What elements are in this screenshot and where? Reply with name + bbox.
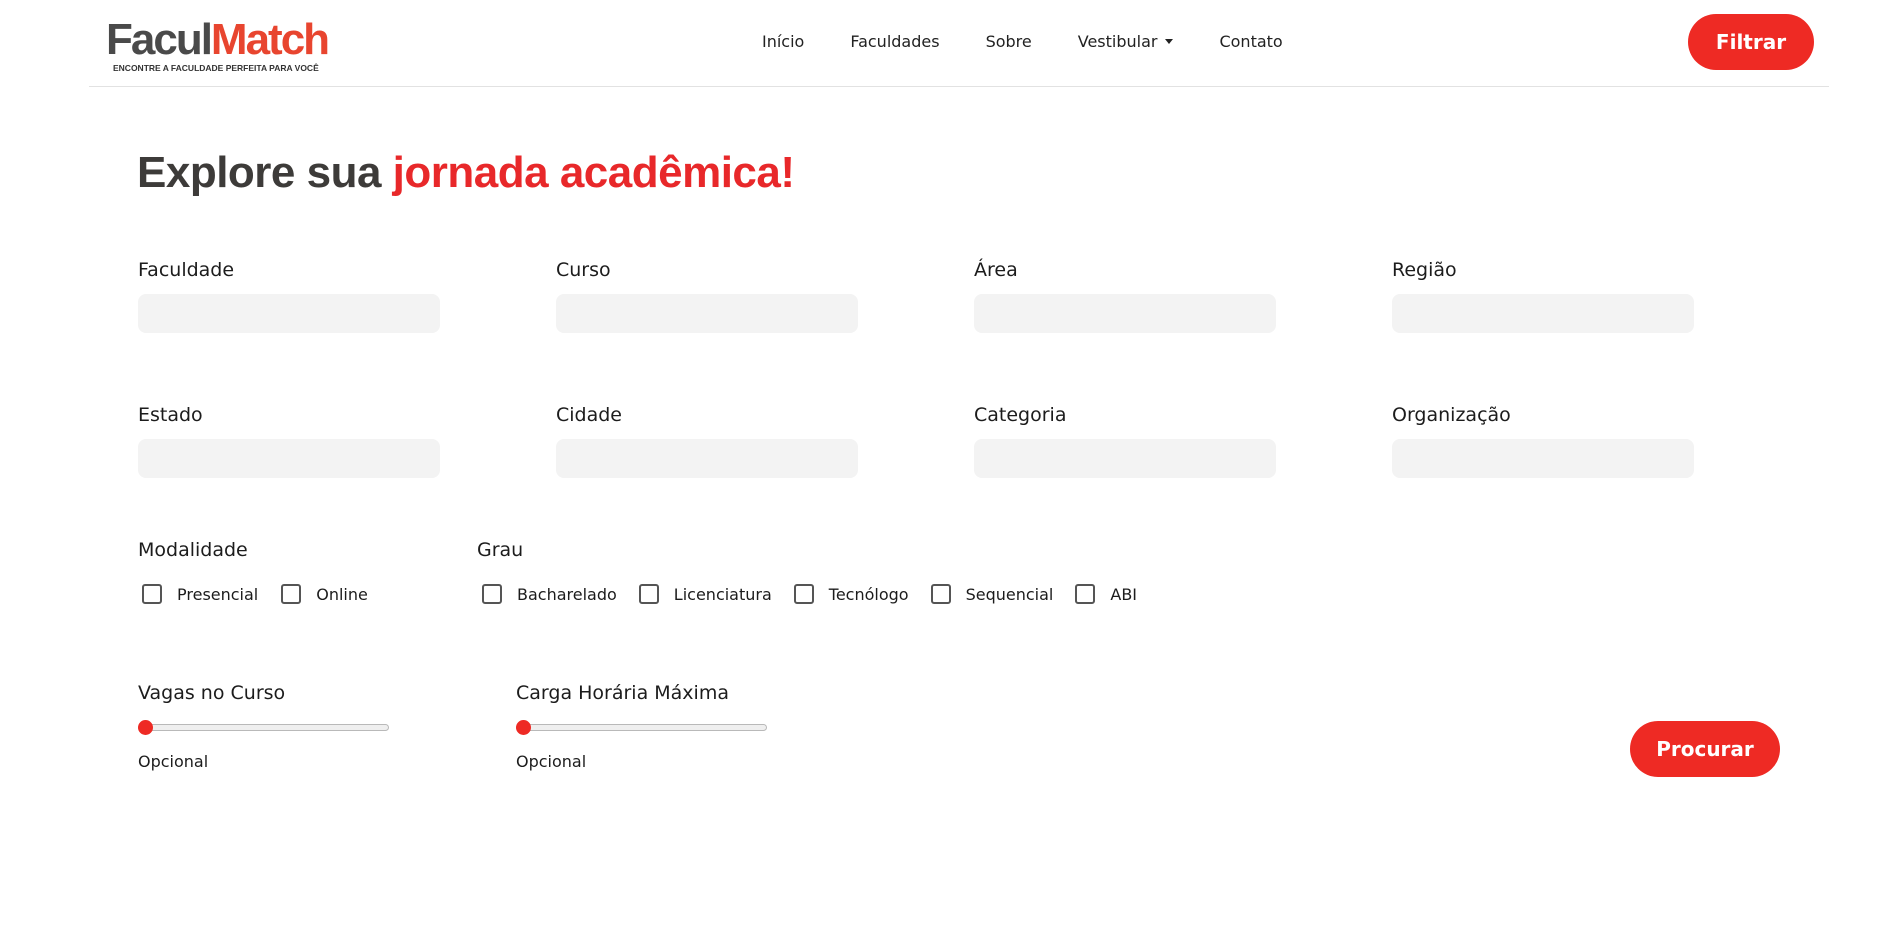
modalidade-label: Modalidade [138,539,248,561]
carga-slider-thumb[interactable] [516,720,531,735]
faculdade-field: Faculdade [138,257,440,333]
page-title-part1: Explore sua [137,148,381,197]
filter-button[interactable]: Filtrar [1688,14,1814,70]
area-label: Área [974,259,1018,281]
logo-tagline: ENCONTRE A FACULDADE PERFEITA PARA VOCÊ [113,63,319,73]
faculdade-input[interactable] [138,294,440,333]
sequencial-checkbox[interactable]: Sequencial [930,584,1054,604]
grau-options: Bacharelado Licenciatura Tecnólogo Seque… [482,582,1137,606]
bacharelado-checkbox[interactable]: Bacharelado [482,584,617,604]
abi-label: ABI [1110,584,1138,604]
curso-input[interactable] [556,294,858,333]
cidade-label: Cidade [556,404,622,426]
curso-field: Curso [556,257,858,333]
cidade-input[interactable] [556,439,858,478]
top-navbar: FaculMatch ENCONTRE A FACULDADE PERFEITA… [89,0,1829,87]
carga-slider-track [516,724,767,731]
vagas-slider[interactable] [138,720,389,735]
nav-dropdown-vestibular[interactable]: Vestibular [1078,31,1174,55]
logo-word-facul: Facul [106,15,213,64]
modalidade-options: Presencial Online [142,582,368,606]
online-checkbox[interactable]: Online [281,584,368,604]
main-nav: Início Faculdades Sobre Vestibular Conta… [762,31,1329,55]
tecnologo-checkbox[interactable]: Tecnólogo [793,584,909,604]
facumatch-logo[interactable]: FaculMatch ENCONTRE A FACULDADE PERFEITA… [106,18,336,74]
carga-label: Carga Horária Máxima [516,682,729,704]
nav-link-sobre[interactable]: Sobre [986,31,1032,55]
page-title: Explore sua jornada acadêmica! [137,148,795,198]
estado-input[interactable] [138,439,440,478]
estado-field: Estado [138,402,440,478]
online-label: Online [316,584,368,604]
vagas-hint: Opcional [138,752,209,771]
curso-label: Curso [556,259,611,281]
checkbox-box-icon [1075,584,1096,604]
caret-down-icon [1165,39,1174,44]
organizacao-field: Organização [1392,402,1694,478]
bacharelado-label: Bacharelado [517,584,617,604]
organizacao-label: Organização [1392,404,1511,426]
presencial-label: Presencial [177,584,259,604]
nav-link-vestibular-label: Vestibular [1077,32,1158,51]
nav-link-faculdades[interactable]: Faculdades [850,31,939,55]
vagas-slider-track [138,724,389,731]
search-button[interactable]: Procurar [1630,721,1780,777]
carga-hint: Opcional [516,752,587,771]
checkbox-box-icon [793,584,814,604]
checkbox-box-icon [142,584,162,604]
regiao-input[interactable] [1392,294,1694,333]
vagas-label: Vagas no Curso [138,682,286,704]
cidade-field: Cidade [556,402,858,478]
licenciatura-checkbox[interactable]: Licenciatura [638,584,772,604]
checkbox-box-icon [281,584,302,604]
estado-label: Estado [138,404,203,426]
categoria-field: Categoria [974,402,1276,478]
checkbox-box-icon [930,584,951,604]
page-title-part2: jornada acadêmica! [392,148,795,197]
licenciatura-label: Licenciatura [673,584,772,604]
tecnologo-label: Tecnólogo [828,584,909,604]
sequencial-label: Sequencial [965,584,1054,604]
checkbox-box-icon [638,584,659,604]
categoria-input[interactable] [974,439,1276,478]
presencial-checkbox[interactable]: Presencial [142,584,258,604]
nav-link-inicio[interactable]: Início [762,31,804,55]
checkbox-box-icon [482,584,502,604]
vagas-slider-thumb[interactable] [138,720,153,735]
area-field: Área [974,257,1276,333]
categoria-label: Categoria [974,404,1067,426]
logo-word-match: Match [210,15,330,64]
organizacao-input[interactable] [1392,439,1694,478]
area-input[interactable] [974,294,1276,333]
regiao-label: Região [1392,259,1457,281]
carga-slider[interactable] [516,720,767,735]
nav-link-contato[interactable]: Contato [1219,31,1282,55]
logo-wordmark: FaculMatch [106,18,336,62]
grau-label: Grau [477,539,524,561]
regiao-field: Região [1392,257,1694,333]
abi-checkbox[interactable]: ABI [1075,584,1137,604]
faculdade-label: Faculdade [138,259,235,281]
